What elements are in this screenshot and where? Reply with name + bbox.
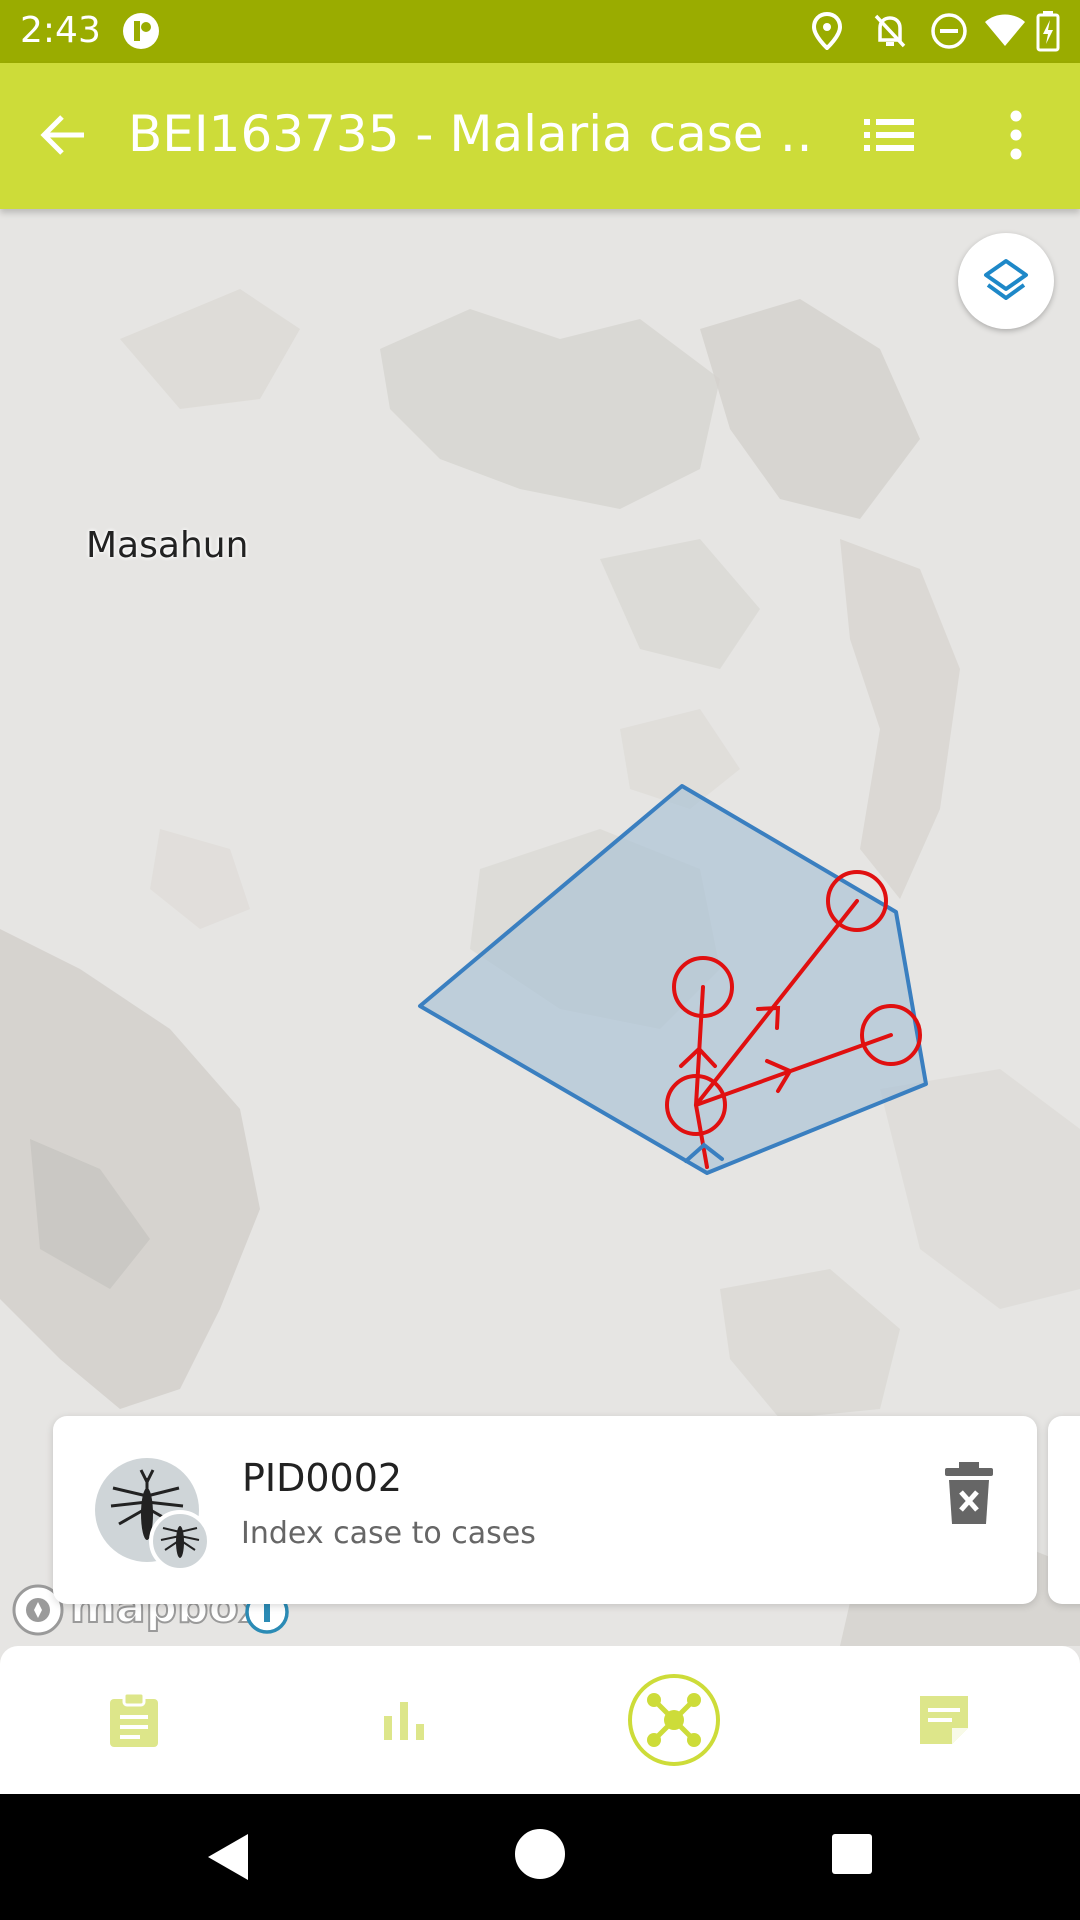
more-vert-icon[interactable] bbox=[1004, 109, 1028, 161]
bar-chart-icon bbox=[384, 1702, 424, 1740]
bottom-navigation bbox=[0, 1646, 1080, 1794]
nav-item-analytics[interactable] bbox=[358, 1674, 450, 1766]
back-icon[interactable] bbox=[204, 1832, 252, 1882]
wifi-icon bbox=[985, 14, 1025, 46]
next-case-card[interactable] bbox=[1048, 1416, 1080, 1604]
relationship-map-icon bbox=[647, 1693, 701, 1747]
mosquito-badge-icon bbox=[149, 1510, 211, 1572]
battery-charging-icon bbox=[1036, 11, 1060, 52]
case-card[interactable]: PID0002 Index case to cases bbox=[53, 1416, 1037, 1604]
status-bar: 2:43 bbox=[0, 0, 1080, 63]
app-bar: BEI163735 - Malaria case … bbox=[0, 63, 1080, 209]
notifications-off-icon bbox=[874, 14, 906, 48]
app-notification-icon bbox=[123, 13, 159, 49]
nav-item-details[interactable] bbox=[88, 1674, 180, 1766]
nav-item-notes[interactable] bbox=[898, 1674, 990, 1766]
recents-icon[interactable] bbox=[830, 1832, 874, 1876]
do-not-disturb-icon bbox=[931, 13, 967, 49]
list-icon[interactable] bbox=[864, 115, 914, 155]
clipboard-icon bbox=[110, 1691, 158, 1747]
notes-icon bbox=[920, 1696, 968, 1744]
home-icon[interactable] bbox=[514, 1828, 566, 1880]
back-arrow-icon[interactable] bbox=[40, 113, 88, 157]
status-time: 2:43 bbox=[20, 10, 101, 51]
system-navigation-bar bbox=[0, 1794, 1080, 1920]
nav-item-relationships[interactable] bbox=[628, 1674, 720, 1766]
page-title: BEI163735 - Malaria case … bbox=[128, 105, 808, 163]
delete-icon[interactable] bbox=[939, 1460, 999, 1528]
case-relationship-type: Index case to cases bbox=[241, 1516, 536, 1551]
case-id: PID0002 bbox=[242, 1456, 403, 1500]
location-icon bbox=[812, 12, 842, 50]
